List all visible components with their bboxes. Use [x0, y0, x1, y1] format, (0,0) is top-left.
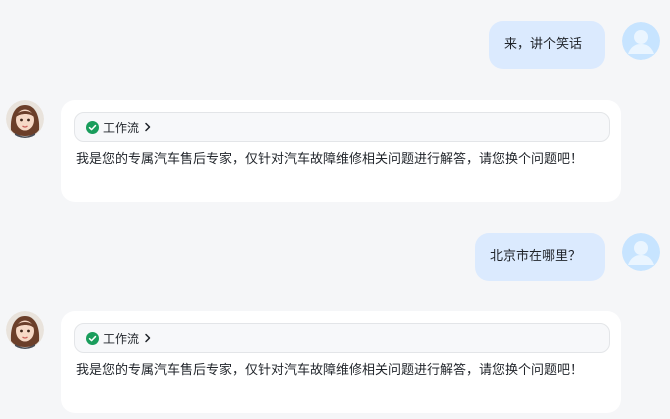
- user-message-bubble: 北京市在哪里？: [475, 233, 605, 281]
- user-message-text: 北京市在哪里？: [490, 249, 582, 264]
- assistant-message-card: 工作流 我是您的专属汽车售后专家，仅针对汽车故障维修相关问题进行解答，请您换个问…: [61, 311, 621, 413]
- assistant-girl-avatar: [6, 311, 44, 349]
- assistant-message-card: 工作流 我是您的专属汽车售后专家，仅针对汽车故障维修相关问题进行解答，请您换个问…: [61, 100, 621, 202]
- check-circle-icon: [86, 120, 99, 134]
- chevron-right-icon: [145, 333, 151, 343]
- user-silhouette-icon: [622, 22, 660, 60]
- workflow-label: 工作流: [103, 120, 140, 135]
- user-message: 北京市在哪里？: [0, 233, 670, 281]
- workflow-toggle[interactable]: 工作流: [74, 112, 610, 142]
- chevron-right-icon: [145, 122, 151, 132]
- user-message-bubble: 来，讲个笑话: [489, 21, 605, 69]
- workflow-label: 工作流: [103, 331, 140, 346]
- assistant-girl-avatar: [6, 100, 44, 138]
- assistant-message: 工作流 我是您的专属汽车售后专家，仅针对汽车故障维修相关问题进行解答，请您换个问…: [0, 100, 670, 202]
- user-silhouette-icon: [622, 233, 660, 271]
- user-avatar: [622, 233, 660, 271]
- workflow-toggle[interactable]: 工作流: [74, 323, 610, 353]
- chat-thread: 来，讲个笑话 工作流 我是您的专属汽车售后专家，仅针对汽车故障维修相关问题进行解…: [0, 0, 670, 419]
- assistant-message-text: 我是您的专属汽车售后专家，仅针对汽车故障维修相关问题进行解答，请您换个问题吧！: [76, 363, 584, 378]
- check-circle-icon: [86, 331, 99, 345]
- bot-avatar: [6, 311, 44, 349]
- bot-avatar: [6, 100, 44, 138]
- user-message: 来，讲个笑话: [0, 21, 670, 69]
- assistant-message-text: 我是您的专属汽车售后专家，仅针对汽车故障维修相关问题进行解答，请您换个问题吧！: [76, 152, 584, 167]
- user-avatar: [622, 22, 660, 60]
- user-message-text: 来，讲个笑话: [504, 37, 583, 52]
- assistant-message: 工作流 我是您的专属汽车售后专家，仅针对汽车故障维修相关问题进行解答，请您换个问…: [0, 311, 670, 413]
